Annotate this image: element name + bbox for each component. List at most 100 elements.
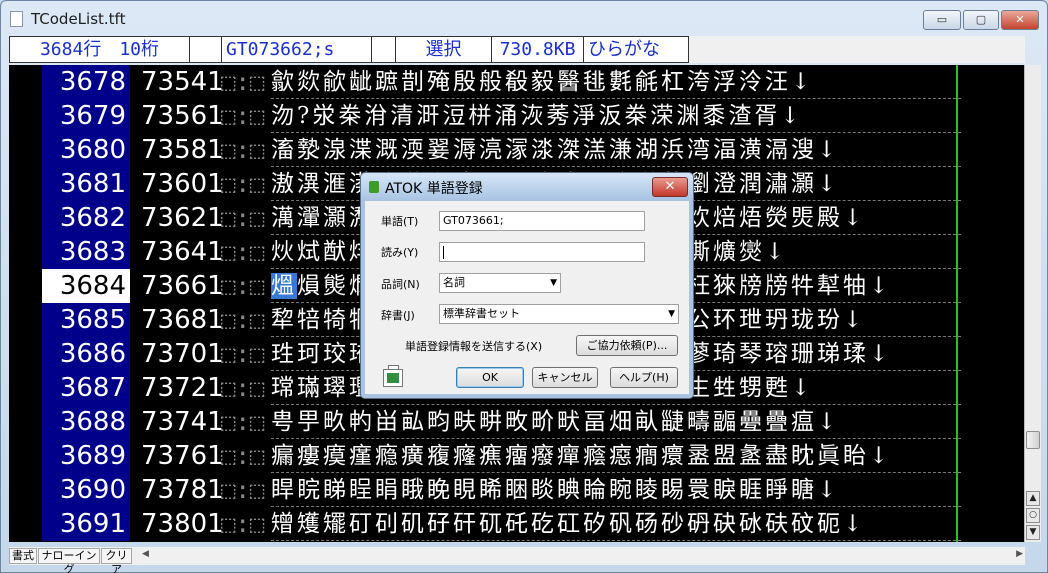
- selected-char[interactable]: 熅: [271, 273, 297, 299]
- vertical-scrollbar[interactable]: ▲ ○ ▼: [1024, 65, 1041, 542]
- scroll-right-icon[interactable]: ▶: [1016, 549, 1023, 559]
- row-separator: ⬚:⬚: [221, 238, 265, 266]
- narrowing-button[interactable]: ナローイング: [38, 548, 100, 573]
- scroll-down-icon[interactable]: ▼: [1026, 525, 1040, 540]
- word-field[interactable]: GT073661;: [439, 211, 645, 231]
- status-blank2: [371, 36, 395, 63]
- text-row[interactable]: 3680 73581 ⬚:⬚ 滀漐湶渫溉渜翣溽湸溕渁滐溔溓湖浜湾湢潢滆溲↓: [9, 133, 1025, 167]
- scroll-left-icon[interactable]: ◀: [142, 549, 149, 559]
- minimize-button[interactable]: ▭: [923, 10, 961, 30]
- line-number: 3685: [42, 303, 130, 337]
- row-separator: ⬚:⬚: [221, 510, 265, 538]
- atok-icon: [369, 181, 379, 193]
- dialog-title: ATOK 単語登録: [385, 181, 483, 197]
- row-code: 73581: [141, 135, 224, 165]
- row-text-content: 歙欻歈龇蹠剒殗殷般殽毅醫毴氀毹杠洿浮泠汪↓: [271, 69, 814, 95]
- row-code: 73661: [141, 271, 224, 301]
- row-text[interactable]: 歙欻歈龇蹠剒殗殷般殽毅醫毴氀毹杠洿浮泠汪↓: [271, 65, 961, 99]
- dict-select[interactable]: 標準辞書セット ▼: [439, 304, 679, 324]
- row-text[interactable]: 沕?泶桊洕清涆浢栟涌洃莠淨汳桊溁渊黍渣胥↓: [271, 99, 961, 133]
- line-number: 3689: [42, 439, 130, 473]
- row-separator: ⬚:⬚: [221, 306, 265, 334]
- row-text-content: 矰矱矲矴矵矶矷矸矹矺矻矼矽矾砀砂砃砄砅砆砇砈↓: [271, 511, 866, 537]
- status-search: GT073662;s: [221, 36, 371, 63]
- line-number: 3687: [42, 371, 130, 405]
- status-input-mode: ひらがな: [583, 36, 689, 63]
- row-separator: ⬚:⬚: [221, 204, 265, 232]
- line-number: 3688: [42, 405, 130, 439]
- cancel-button[interactable]: キャンセル: [532, 367, 598, 388]
- row-code: 73781: [141, 475, 224, 505]
- pos-select[interactable]: 名詞 ▼: [439, 273, 561, 293]
- status-size: 730.8KB: [491, 36, 583, 63]
- chevron-down-icon: ▼: [668, 309, 675, 319]
- row-code: 73801: [141, 509, 224, 539]
- row-code: 73561: [141, 101, 224, 131]
- row-separator: ⬚:⬚: [221, 170, 265, 198]
- row-separator: ⬚:⬚: [221, 408, 265, 436]
- pos-value: 名詞: [443, 276, 465, 289]
- scroll-center-icon[interactable]: ○: [1026, 508, 1040, 523]
- line-number: 3690: [42, 473, 130, 507]
- word-label: 単語(T): [381, 215, 419, 228]
- status-bar: 3684行 10桁 GT073662;s 選択 730.8KB ひらがな: [9, 36, 1025, 63]
- row-code: 73601: [141, 169, 224, 199]
- help-button[interactable]: ヘルプ(H): [610, 367, 678, 388]
- row-text[interactable]: 甹甼畂畃畄畆畇畉畊畋畍畎畐畑畒疀疇疈疉疊瘟↓: [271, 405, 961, 439]
- reading-field[interactable]: [439, 242, 645, 262]
- close-button[interactable]: ✕: [1001, 10, 1039, 30]
- text-row[interactable]: 3678 73541 ⬚:⬚ 歙欻歈龇蹠剒殗殷般殽毅醫毴氀毹杠洿浮泠汪↓: [9, 65, 1025, 99]
- row-separator: ⬚:⬚: [221, 374, 265, 402]
- line-number: 3691: [42, 507, 130, 541]
- text-row[interactable]: 3679 73561 ⬚:⬚ 沕?泶桊洕清涆浢栟涌洃莠淨汳桊溁渊黍渣胥↓: [9, 99, 1025, 133]
- line-number: 3683: [42, 235, 130, 269]
- cooperate-button[interactable]: ご協力依頼(P)...: [576, 335, 678, 356]
- row-code: 73541: [141, 67, 224, 97]
- text-row[interactable]: 3688 73741 ⬚:⬚ 甹甼畂畃畄畆畇畉畊畋畍畎畐畑畒疀疇疈疉疊瘟↓: [9, 405, 1025, 439]
- text-cursor: [443, 245, 444, 259]
- clear-button[interactable]: クリア: [101, 548, 132, 573]
- row-text-content: 甹甼畂畃畄畆畇畉畊畋畍畎畐畑畒疀疇疈疉疊瘟↓: [271, 409, 840, 435]
- maximize-button[interactable]: ▢: [963, 10, 999, 30]
- horizontal-scrollbar[interactable]: ◀ ▶: [140, 548, 1025, 564]
- row-code: 73701: [141, 339, 224, 369]
- dialog-body: 単語(T) GT073661; 読み(Y) 品詞(N) 名詞 ▼ 辞書(J) 標準…: [367, 201, 687, 392]
- dialog-close-button[interactable]: ✕: [652, 177, 688, 197]
- row-code: 73761: [141, 441, 224, 471]
- row-code: 73621: [141, 203, 224, 233]
- row-text[interactable]: 滀漐湶渫溉渜翣溽湸溕渁滐溔溓湖浜湾湢潢滆溲↓: [271, 133, 961, 167]
- row-code: 73741: [141, 407, 224, 437]
- ok-button[interactable]: OK: [456, 367, 524, 388]
- format-button[interactable]: 書式: [9, 548, 37, 564]
- atok-settings-icon[interactable]: [383, 369, 403, 387]
- document-icon: [10, 11, 23, 27]
- bottom-toolbar: 書式 ナローイング クリア ◀ ▶: [9, 547, 1025, 573]
- row-text[interactable]: 睅睆睇睈睊睋睌睍睎睏睒睓睔睕睖睗睘睙睚睜瞊↓: [271, 473, 961, 507]
- status-blank1: [189, 36, 221, 63]
- line-number: 3680: [42, 133, 130, 167]
- line-number: 3686: [42, 337, 130, 371]
- send-info-label: 単語登録情報を送信する(X): [405, 340, 543, 353]
- title-bar[interactable]: TCodeList.tft ▭ ▢ ✕: [1, 1, 1047, 33]
- row-text-content: 瘺瘻瘼瘽瘾癀癁癃癄癅癈癉癊癋癎癏盝盟盠盡眈眞眙↓: [271, 443, 892, 469]
- scroll-thumb[interactable]: [1026, 431, 1040, 449]
- row-text[interactable]: 瘺瘻瘼瘽瘾癀癁癃癄癅癈癉癊癋癎癏盝盟盠盡眈眞眙↓: [271, 439, 961, 473]
- dict-value: 標準辞書セット: [443, 307, 520, 320]
- text-row[interactable]: 3690 73781 ⬚:⬚ 睅睆睇睈睊睋睌睍睎睏睒睓睔睕睖睗睘睙睚睜瞊↓: [9, 473, 1025, 507]
- dialog-title-bar[interactable]: ATOK 単語登録 ✕: [361, 173, 693, 201]
- atok-word-register-dialog: ATOK 単語登録 ✕ 単語(T) GT073661; 読み(Y) 品詞(N) …: [360, 172, 694, 399]
- text-row[interactable]: 3691 73801 ⬚:⬚ 矰矱矲矴矵矶矷矸矹矺矻矼矽矾砀砂砃砄砅砆砇砈↓: [9, 507, 1025, 541]
- pos-label: 品詞(N): [381, 278, 420, 291]
- line-number: 3682: [42, 201, 130, 235]
- line-number: 3684: [42, 269, 130, 303]
- window-title: TCodeList.tft: [31, 10, 126, 28]
- text-row[interactable]: 3689 73761 ⬚:⬚ 瘺瘻瘼瘽瘾癀癁癃癄癅癈癉癊癋癎癏盝盟盠盡眈眞眙↓: [9, 439, 1025, 473]
- row-code: 73641: [141, 237, 224, 267]
- row-separator: ⬚:⬚: [221, 340, 265, 368]
- row-text[interactable]: 矰矱矲矴矵矶矷矸矹矺矻矼矽矾砀砂砃砄砅砆砇砈↓: [271, 507, 961, 541]
- row-separator: ⬚:⬚: [221, 68, 265, 96]
- row-separator: ⬚:⬚: [221, 476, 265, 504]
- scroll-up-icon[interactable]: ▲: [1026, 491, 1040, 506]
- line-number: 3681: [42, 167, 130, 201]
- row-separator: ⬚:⬚: [221, 102, 265, 130]
